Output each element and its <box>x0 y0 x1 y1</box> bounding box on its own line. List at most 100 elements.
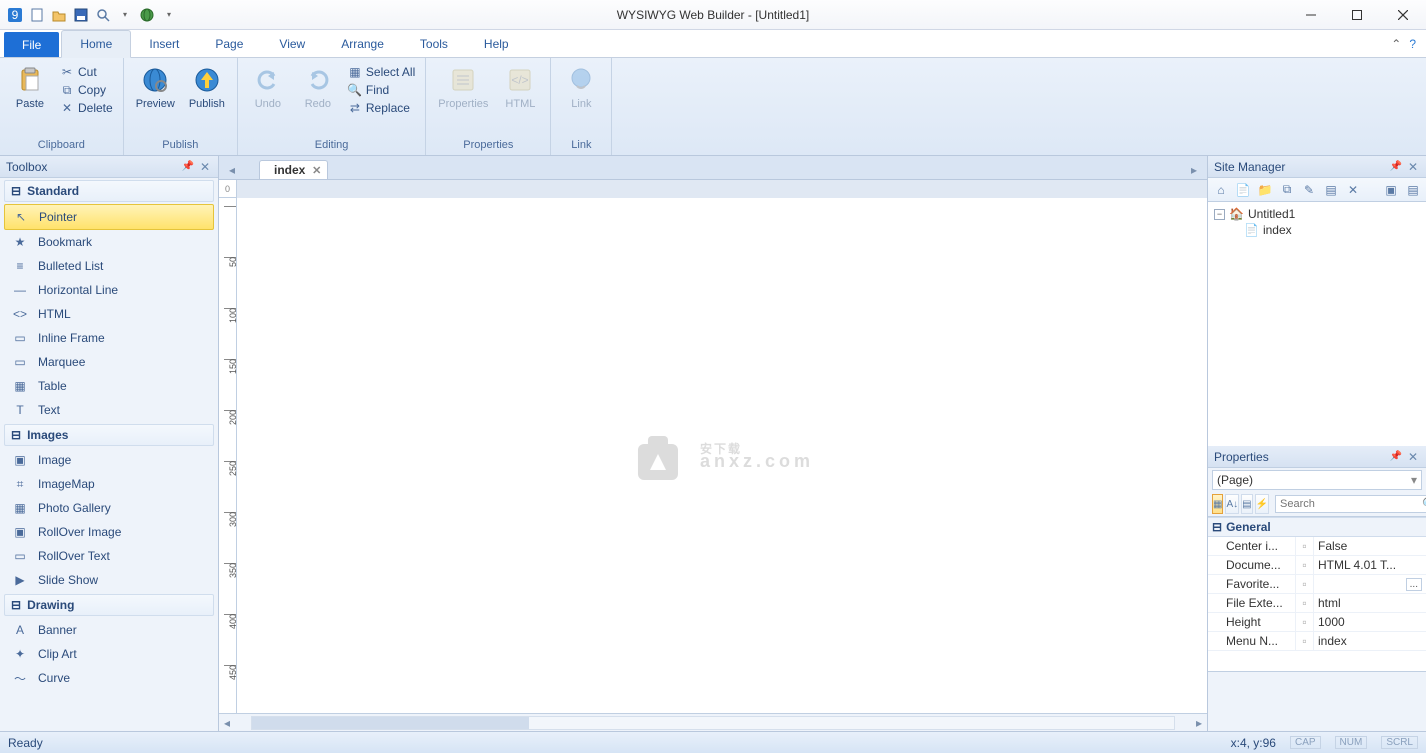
clone-icon[interactable]: ⧉ <box>1278 181 1296 199</box>
prop-row[interactable]: File Exte...▫html <box>1208 594 1426 613</box>
page-props-icon[interactable]: ▤ <box>1322 181 1340 199</box>
qat-dropdown-icon[interactable]: ▾ <box>116 6 134 24</box>
home-icon[interactable]: ⌂ <box>1212 181 1230 199</box>
toolbox-item-marquee[interactable]: ▭Marquee <box>0 350 218 374</box>
new-folder-icon[interactable]: 📁 <box>1256 181 1274 199</box>
prop-value[interactable]: HTML 4.01 T... <box>1314 556 1426 574</box>
scroll-right-icon[interactable]: ▸ <box>1191 716 1207 730</box>
ribbon-help-icon[interactable]: ? <box>1409 37 1416 51</box>
edit-icon[interactable]: ✎ <box>1300 181 1318 199</box>
scroll-left-icon[interactable]: ◂ <box>219 716 235 730</box>
prop-row[interactable]: Docume...▫HTML 4.01 T... <box>1208 556 1426 575</box>
tab-insert[interactable]: Insert <box>131 30 197 57</box>
toolbox-section-standard[interactable]: ⊟Standard <box>4 180 214 202</box>
globe-icon[interactable] <box>138 6 156 24</box>
browse-button[interactable]: ... <box>1406 578 1422 591</box>
prop-value[interactable]: ... <box>1314 575 1426 593</box>
paste-button[interactable]: Paste <box>8 62 52 112</box>
tab-help[interactable]: Help <box>466 30 527 57</box>
scroll-thumb[interactable] <box>252 717 529 729</box>
maximize-button[interactable] <box>1334 1 1380 29</box>
find-button[interactable]: 🔍Find <box>346 82 417 98</box>
new-page-icon[interactable]: 📄 <box>1234 181 1252 199</box>
qat-dropdown2-icon[interactable]: ▾ <box>160 6 178 24</box>
zoom-icon[interactable] <box>94 6 112 24</box>
tab-view[interactable]: View <box>261 30 323 57</box>
toolbox-section-drawing[interactable]: ⊟Drawing <box>4 594 214 616</box>
new-icon[interactable] <box>28 6 46 24</box>
properties-search-input[interactable] <box>1280 498 1422 510</box>
remove-icon[interactable]: ✕ <box>1344 181 1362 199</box>
props-page-icon[interactable]: ▤ <box>1241 494 1252 514</box>
toolbox-item-pointer[interactable]: ↖Pointer <box>4 204 214 230</box>
prop-row[interactable]: Menu N...▫index <box>1208 632 1426 651</box>
prop-section-general[interactable]: ⊟ General <box>1208 517 1426 537</box>
move-up-icon[interactable]: ▣ <box>1382 181 1400 199</box>
tab-close-icon[interactable]: ✕ <box>312 164 321 177</box>
tree-page-index[interactable]: 📄 index <box>1214 222 1420 238</box>
toolbox-item-rollover-text[interactable]: ▭RollOver Text <box>0 544 218 568</box>
copy-button[interactable]: ⧉Copy <box>58 82 115 98</box>
tab-nav-right-icon[interactable]: ▸ <box>1187 161 1201 179</box>
tab-tools[interactable]: Tools <box>402 30 466 57</box>
toolbox-item-horizontal-line[interactable]: —Horizontal Line <box>0 278 218 302</box>
preview-button[interactable]: Preview <box>132 62 179 112</box>
prop-row[interactable]: Favorite...▫... <box>1208 575 1426 594</box>
cut-button[interactable]: ✂Cut <box>58 64 115 80</box>
prop-value[interactable]: False <box>1314 537 1426 555</box>
toolbox-item-bookmark[interactable]: ★Bookmark <box>0 230 218 254</box>
tab-page[interactable]: Page <box>197 30 261 57</box>
toolbox-item-curve[interactable]: ～Curve <box>0 666 218 690</box>
categorized-icon[interactable]: ▦ <box>1212 494 1223 514</box>
close-panel-icon[interactable]: ✕ <box>198 160 212 174</box>
close-panel-icon[interactable]: ✕ <box>1406 160 1420 174</box>
tab-nav-left-icon[interactable]: ◂ <box>225 161 239 179</box>
move-down-icon[interactable]: ▤ <box>1404 181 1422 199</box>
toolbox-item-slide-show[interactable]: ▶Slide Show <box>0 568 218 592</box>
toolbox-item-html[interactable]: <>HTML <box>0 302 218 326</box>
canvas[interactable]: 安下载 anxz.com <box>237 198 1207 713</box>
prop-value[interactable]: html <box>1314 594 1426 612</box>
prop-value[interactable]: index <box>1314 632 1426 650</box>
toolbox-item-photo-gallery[interactable]: ▦Photo Gallery <box>0 496 218 520</box>
pin-icon[interactable]: 📌 <box>1385 451 1405 462</box>
properties-search[interactable]: 🔍 <box>1275 495 1426 513</box>
tab-home[interactable]: Home <box>61 30 131 58</box>
pin-icon[interactable]: 📌 <box>1385 161 1405 172</box>
minimize-button[interactable] <box>1288 1 1334 29</box>
events-icon[interactable]: ⚡ <box>1255 494 1269 514</box>
redo-button[interactable]: Redo <box>296 62 340 112</box>
toolbox-item-banner[interactable]: ABanner <box>0 618 218 642</box>
tree-collapse-icon[interactable]: − <box>1214 209 1225 220</box>
horizontal-scrollbar[interactable]: ◂ ▸ <box>219 713 1207 731</box>
alphabetical-icon[interactable]: A↓ <box>1225 494 1239 514</box>
undo-button[interactable]: Undo <box>246 62 290 112</box>
properties-object-selector[interactable]: (Page) ▾ <box>1212 470 1422 490</box>
tree-root[interactable]: − 🏠 Untitled1 <box>1214 206 1420 222</box>
publish-button[interactable]: Publish <box>185 62 229 112</box>
prop-value[interactable]: 1000 <box>1314 613 1426 631</box>
toolbox-item-image[interactable]: ▣Image <box>0 448 218 472</box>
close-button[interactable] <box>1380 1 1426 29</box>
toolbox-item-table[interactable]: ▦Table <box>0 374 218 398</box>
document-tab-index[interactable]: index ✕ <box>259 160 328 179</box>
open-icon[interactable] <box>50 6 68 24</box>
tab-file[interactable]: File <box>4 32 59 57</box>
prop-row[interactable]: Height▫1000 <box>1208 613 1426 632</box>
delete-button[interactable]: ✕Delete <box>58 100 115 116</box>
html-button[interactable]: </> HTML <box>498 62 542 112</box>
pin-icon[interactable]: 📌 <box>177 161 197 172</box>
toolbox-item-bulleted-list[interactable]: ≡Bulleted List <box>0 254 218 278</box>
toolbox-item-text[interactable]: TText <box>0 398 218 422</box>
toolbox-item-inline-frame[interactable]: ▭Inline Frame <box>0 326 218 350</box>
toolbox-item-imagemap[interactable]: ⌗ImageMap <box>0 472 218 496</box>
app-icon[interactable]: 9 <box>6 6 24 24</box>
prop-row[interactable]: Center i...▫False <box>1208 537 1426 556</box>
link-button[interactable]: Link <box>559 62 603 112</box>
select-all-button[interactable]: ▦Select All <box>346 64 417 80</box>
replace-button[interactable]: ⇄Replace <box>346 100 417 116</box>
properties-button[interactable]: Properties <box>434 62 492 112</box>
toolbox-item-rollover-image[interactable]: ▣RollOver Image <box>0 520 218 544</box>
tab-arrange[interactable]: Arrange <box>323 30 402 57</box>
toolbox-section-images[interactable]: ⊟Images <box>4 424 214 446</box>
